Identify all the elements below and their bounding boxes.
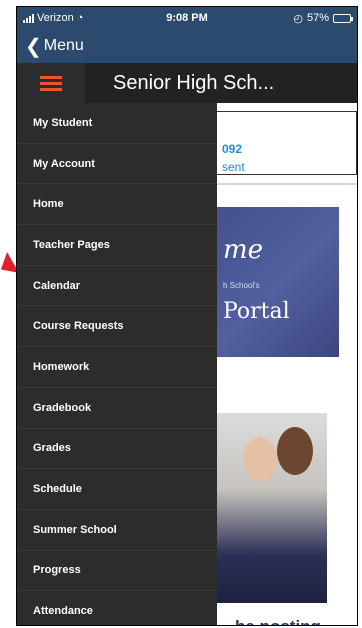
menu-item-summer-school[interactable]: Summer School: [17, 510, 217, 551]
status-right: ◴ 57%: [293, 12, 353, 25]
alarm-icon: ◴: [293, 12, 303, 25]
menu-item-progress[interactable]: Progress: [17, 551, 217, 592]
status-bar: Verizon ◔ 9:08 PM ◴ 57%: [17, 7, 357, 29]
menu-item-grades[interactable]: Grades: [17, 429, 217, 470]
menu-item-my-account[interactable]: My Account: [17, 144, 217, 185]
app-header: Senior High Sch...: [17, 63, 357, 103]
side-menu: My Student My Account Home Teacher Pages Cal…: [17, 103, 217, 625]
battery-percent: 57%: [306, 12, 329, 24]
menu-item-home[interactable]: Home: [17, 184, 217, 226]
battery-icon: [333, 13, 353, 23]
hamburger-menu-icon[interactable]: [17, 63, 85, 103]
photo-person-2: [277, 427, 313, 475]
chevron-left-icon[interactable]: ❮: [25, 34, 42, 59]
menu-item-schedule[interactable]: Schedule: [17, 469, 217, 510]
banner-word: me: [223, 235, 264, 265]
student-status: sent: [222, 160, 245, 174]
banner-portal-text: Portal: [223, 299, 290, 324]
student-id: 092: [222, 142, 243, 156]
menu-item-homework[interactable]: Homework: [17, 347, 217, 388]
news-heading: be posting: [235, 617, 321, 625]
menu-item-course-requests[interactable]: Course Requests: [17, 306, 217, 348]
menu-item-teacher-pages[interactable]: Teacher Pages: [17, 225, 217, 266]
back-nav-bar[interactable]: ❮ Menu: [17, 29, 357, 63]
menu-item-gradebook[interactable]: Gradebook: [17, 388, 217, 429]
menu-item-my-student[interactable]: My Student: [17, 103, 217, 144]
back-button-label[interactable]: Menu: [44, 37, 84, 55]
banner-subtext: h School's: [223, 281, 260, 290]
page-title: Senior High Sch...: [113, 72, 275, 94]
phone-screen: Verizon ◔ 9:08 PM ◴ 57% ❮ Menu Senior Hi…: [16, 6, 358, 626]
menu-item-calendar[interactable]: Calendar: [17, 266, 217, 307]
photo-person-1: [243, 437, 277, 481]
menu-item-attendance[interactable]: Attendance: [17, 591, 217, 625]
